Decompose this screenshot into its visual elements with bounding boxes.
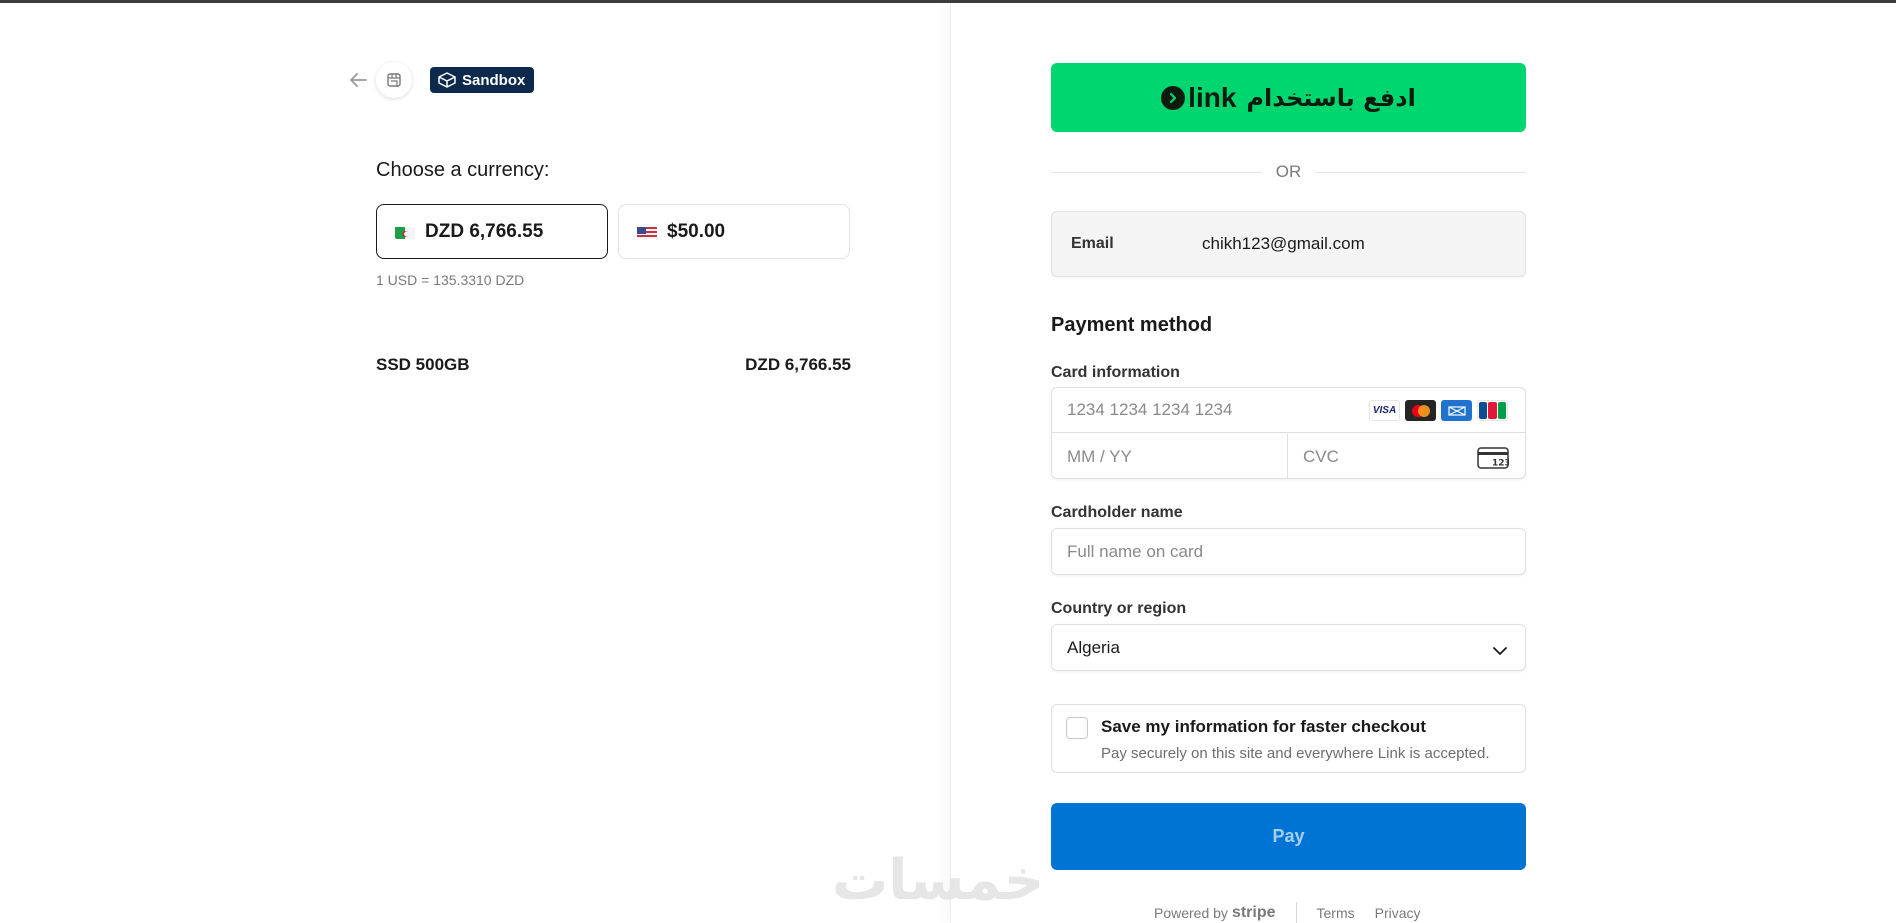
line-item-price: DZD 6,766.55 — [745, 355, 851, 374]
pay-button-label: Pay — [1272, 826, 1305, 846]
link-logo: link — [1161, 82, 1236, 114]
line-item-name: SSD 500GB — [376, 355, 470, 374]
expiry-input[interactable]: MM / YY — [1052, 434, 1288, 479]
footer-separator — [1295, 902, 1297, 923]
email-label: Email — [1071, 235, 1114, 252]
currency-option-dzd[interactable]: DZD 6,766.55 — [376, 204, 608, 259]
save-info-title: Save my information for faster checkout — [1101, 717, 1426, 736]
country-label: Country or region — [1051, 600, 1187, 617]
divider-line — [1051, 171, 1262, 173]
algeria-flag-icon — [395, 225, 415, 239]
mastercard-icon — [1405, 400, 1436, 421]
save-info-checkbox[interactable] — [1066, 717, 1088, 739]
cardholder-label: Cardholder name — [1051, 504, 1183, 521]
cardholder-name-input[interactable]: Full name on card — [1051, 528, 1526, 575]
pay-with-link-button[interactable]: link ادفع باستخدام — [1051, 63, 1526, 132]
email-field[interactable]: Email chikh123@gmail.com — [1051, 211, 1526, 277]
usa-flag-icon — [637, 225, 657, 239]
cvc-input[interactable]: CVC 123 — [1289, 434, 1525, 479]
cvc-placeholder: CVC — [1303, 446, 1339, 466]
country-value: Algeria — [1067, 637, 1120, 657]
or-divider: OR — [1051, 162, 1526, 182]
pay-button[interactable]: Pay — [1051, 803, 1526, 870]
stripe-logo[interactable]: stripe — [1232, 904, 1276, 922]
exchange-rate: 1 USD = 135.3310 DZD — [376, 272, 525, 288]
save-info-box: Save my information for faster checkout … — [1051, 704, 1526, 773]
card-number-input[interactable]: 1234 1234 1234 1234 VISA — [1052, 388, 1525, 433]
cardholder-placeholder: Full name on card — [1067, 541, 1204, 561]
country-select[interactable]: Algeria — [1051, 624, 1526, 671]
jcb-icon — [1477, 400, 1508, 421]
visa-icon: VISA — [1369, 400, 1400, 421]
currency-option-label: DZD 6,766.55 — [425, 220, 544, 242]
card-info-group: 1234 1234 1234 1234 VISA MM / YY CVC 123 — [1051, 387, 1526, 479]
currency-option-usd[interactable]: $50.00 — [618, 204, 850, 259]
card-number-placeholder: 1234 1234 1234 1234 — [1067, 400, 1233, 419]
payment-method-title: Payment method — [1051, 314, 1213, 336]
terms-link[interactable]: Terms — [1317, 905, 1355, 921]
box-icon — [438, 72, 456, 88]
chevron-down-icon — [1493, 641, 1507, 661]
currency-title: Choose a currency: — [376, 159, 550, 181]
store-icon — [376, 62, 412, 98]
divider-line — [1315, 171, 1526, 173]
order-summary-pane — [0, 3, 950, 923]
amex-icon — [1441, 400, 1472, 421]
powered-by-label: Powered by — [1154, 905, 1228, 921]
cvc-card-icon: 123 — [1477, 447, 1511, 474]
link-button-text: ادفع باستخدام — [1246, 83, 1416, 112]
expiry-placeholder: MM / YY — [1067, 446, 1132, 466]
back-arrow-icon[interactable] — [346, 68, 370, 92]
svg-text:123: 123 — [1492, 459, 1509, 469]
link-logo-text: link — [1188, 81, 1237, 113]
sandbox-label: Sandbox — [462, 71, 526, 89]
save-info-subtitle: Pay securely on this site and everywhere… — [1101, 745, 1490, 762]
currency-option-label: $50.00 — [667, 220, 726, 242]
privacy-link[interactable]: Privacy — [1375, 905, 1421, 921]
link-arrow-icon — [1161, 85, 1186, 110]
watermark-logo: خمسات — [832, 848, 1045, 913]
or-label: OR — [1275, 162, 1302, 181]
sandbox-badge: Sandbox — [430, 67, 535, 93]
email-value: chikh123@gmail.com — [1202, 234, 1365, 253]
card-info-label: Card information — [1051, 364, 1180, 381]
card-brands: VISA — [1369, 400, 1508, 421]
footer: Powered by stripe Terms Privacy — [1154, 902, 1441, 923]
